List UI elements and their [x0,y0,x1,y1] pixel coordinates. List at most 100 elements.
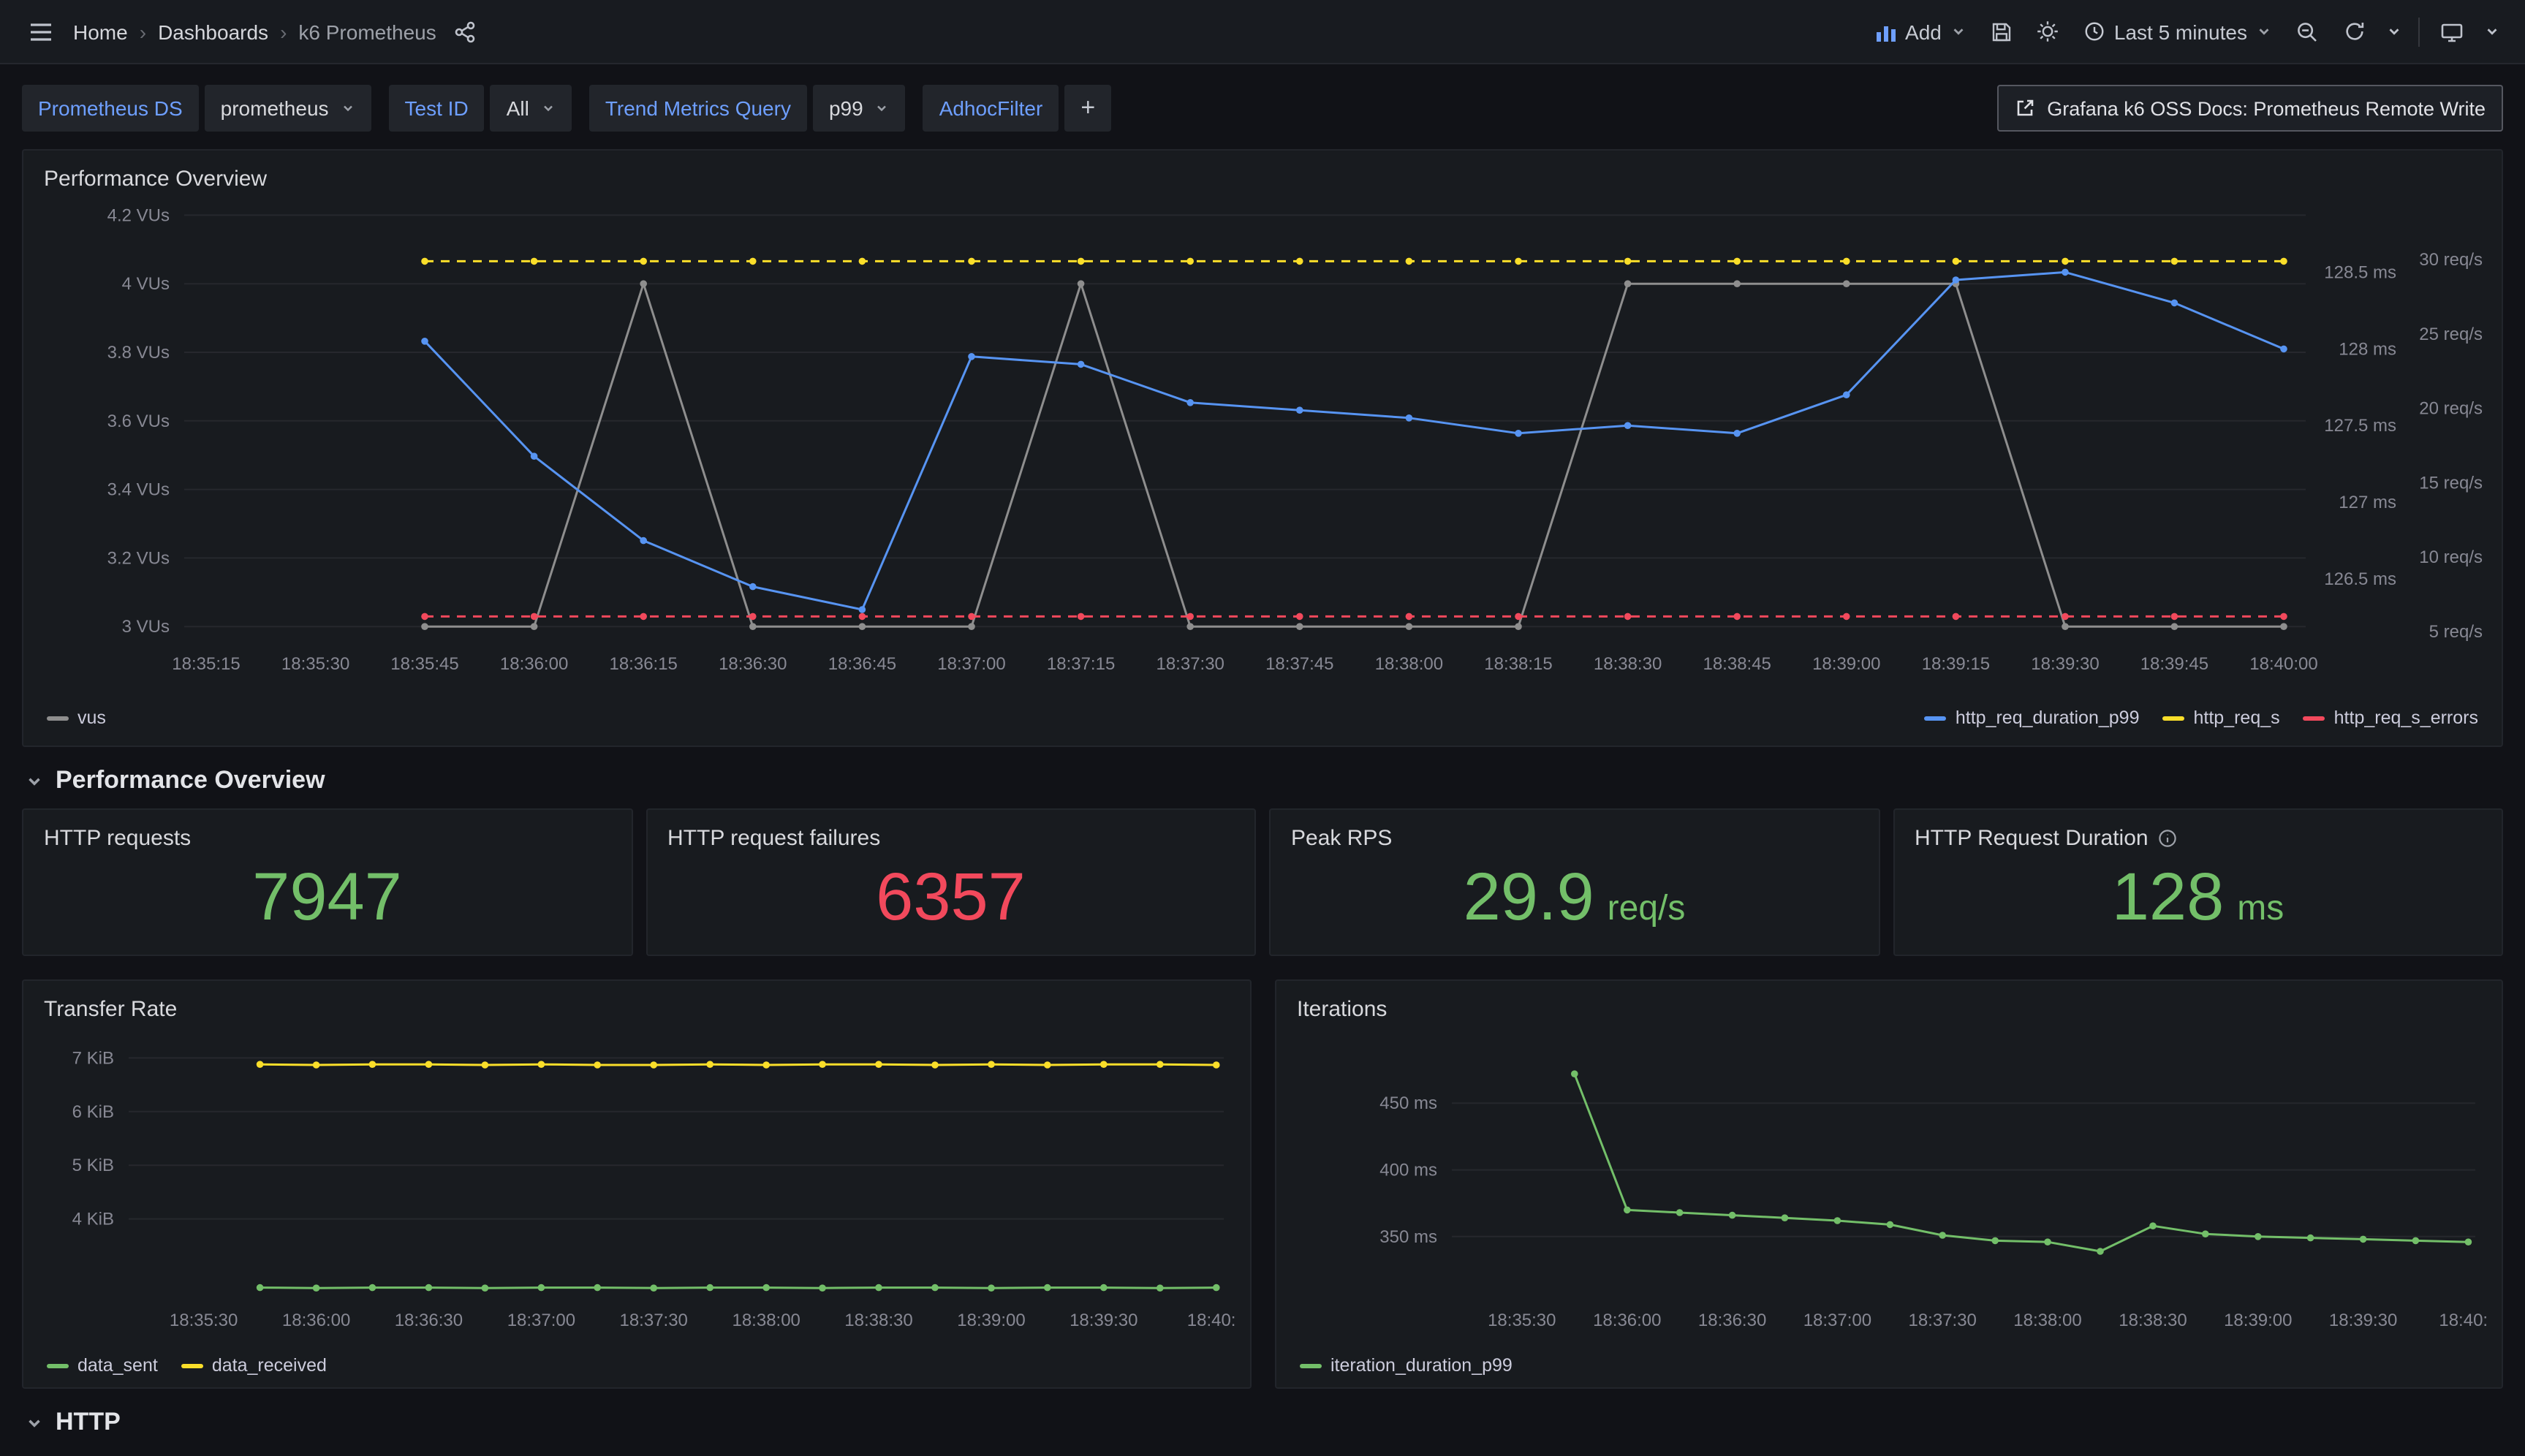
variable-value-dropdown[interactable]: prometheus [205,85,371,132]
zoom-out-time-icon[interactable] [2287,11,2328,52]
breadcrumb-dashboards[interactable]: Dashboards [158,20,268,43]
transfer-rate-legend: data_sent data_received [38,1346,1235,1384]
grafana-dashboard: Home › Dashboards › k6 Prometheus Add [0,0,2525,1456]
svg-text:18:37:00: 18:37:00 [1803,1311,1871,1330]
variable-value-dropdown[interactable]: All [491,85,572,132]
panel-peak-rps-title[interactable]: Peak RPS [1285,822,1863,854]
breadcrumb-current-dashboard: k6 Prometheus [298,20,436,43]
row-header-http[interactable]: HTTP [25,1408,2503,1437]
adhoc-filter: AdhocFilter + [923,85,1112,132]
nav-actions: Add Last 5 minutes [1867,11,2505,52]
chevron-down-icon [1950,23,1966,39]
chart-svg: 7 KiB6 KiB5 KiB4 KiB18:35:3018:36:0018:3… [38,1025,1235,1346]
chevron-down-icon [875,101,890,115]
legend-left: vus [47,708,106,728]
panel-performance-overview-title[interactable]: Performance Overview [38,162,2487,194]
chevron-down-icon [541,101,556,115]
svg-text:25 req/s: 25 req/s [2419,325,2483,344]
variable-label: Prometheus DS [22,85,199,132]
iterations-chart[interactable]: 450 ms400 ms350 ms18:35:3018:36:0018:36:… [1291,1025,2487,1346]
svg-text:126.5 ms: 126.5 ms [2324,569,2396,589]
legend-item-data_sent[interactable]: data_sent [47,1355,158,1376]
svg-text:18:35:45: 18:35:45 [390,654,458,674]
panel-http-requests-title[interactable]: HTTP requests [38,822,616,854]
breadcrumb-home[interactable]: Home [73,20,128,43]
stat-value-peak-rps: 29.9 [1464,860,1594,933]
svg-text:18:38:15: 18:38:15 [1484,654,1552,674]
panel-transfer-rate: Transfer Rate 7 KiB6 KiB5 KiB4 KiB18:35:… [22,979,1252,1389]
legend-item-data_received[interactable]: data_received [181,1355,327,1376]
svg-text:3.6 VUs: 3.6 VUs [107,412,170,431]
svg-text:18:38:30: 18:38:30 [1594,654,1662,674]
panel-transfer-rate-title[interactable]: Transfer Rate [38,993,1235,1025]
legend-item-vus[interactable]: vus [47,708,106,728]
svg-text:18:37:00: 18:37:00 [937,654,1005,674]
svg-text:18:39:00: 18:39:00 [1812,654,1880,674]
dashboard-settings-gear-icon[interactable] [2028,11,2069,52]
legend-item-http_req_s[interactable]: http_req_s [2163,708,2280,728]
stat-value-http-requests: 7947 [252,860,402,933]
svg-text:4 KiB: 4 KiB [72,1210,114,1229]
svg-text:6 KiB: 6 KiB [72,1102,114,1122]
chevron-down-icon [341,101,355,115]
menu-icon[interactable] [20,11,61,52]
variable-label: Trend Metrics Query [589,85,807,132]
add-menu-button[interactable]: Add [1867,11,1975,52]
variable-value-dropdown[interactable]: p99 [813,85,906,132]
transfer-rate-chart[interactable]: 7 KiB6 KiB5 KiB4 KiB18:35:3018:36:0018:3… [38,1025,1235,1346]
stat-unit-peak-rps: req/s [1608,889,1686,930]
svg-text:18:36:15: 18:36:15 [609,654,677,674]
svg-text:18:39:15: 18:39:15 [1922,654,1990,674]
svg-text:3 VUs: 3 VUs [122,617,170,637]
time-range-picker[interactable]: Last 5 minutes [2075,11,2281,52]
legend-item-iteration_duration_p99[interactable]: iteration_duration_p99 [1300,1355,1513,1376]
svg-text:3.4 VUs: 3.4 VUs [107,480,170,500]
refresh-icon[interactable] [2333,11,2374,52]
share-icon[interactable] [445,11,486,52]
breadcrumb-separator: › [140,20,146,43]
svg-text:18:36:30: 18:36:30 [395,1311,463,1330]
panel-iterations-title[interactable]: Iterations [1291,993,2487,1025]
svg-text:18:35:30: 18:35:30 [1488,1311,1556,1330]
panel-http-requests: HTTP requests 7947 [22,808,632,956]
svg-text:128 ms: 128 ms [2339,339,2396,359]
svg-text:3.8 VUs: 3.8 VUs [107,343,170,363]
svg-text:18:36:00: 18:36:00 [282,1311,350,1330]
save-dashboard-icon[interactable] [1981,11,2022,52]
info-icon[interactable] [2159,828,2178,847]
stat-unit-http-request-duration: ms [2237,889,2284,930]
legend-item-http_req_duration_p99[interactable]: http_req_duration_p99 [1925,708,2140,728]
k6-docs-link-button[interactable]: Grafana k6 OSS Docs: Prometheus Remote W… [1997,85,2503,132]
svg-text:18:38:30: 18:38:30 [2119,1311,2187,1330]
kiosk-chevron-icon[interactable] [2478,11,2505,52]
variable-trend-metrics-query: Trend Metrics Query p99 [589,85,906,132]
row-header-performance-overview[interactable]: Performance Overview [25,766,2503,795]
svg-text:127 ms: 127 ms [2339,493,2396,512]
svg-text:18:39:30: 18:39:30 [2031,654,2099,674]
svg-text:10 req/s: 10 req/s [2419,547,2483,567]
top-nav: Home › Dashboards › k6 Prometheus Add [0,0,2525,64]
svg-text:18:37:15: 18:37:15 [1047,654,1115,674]
legend-item-http_req_s_errors[interactable]: http_req_s_errors [2303,708,2478,728]
iterations-legend: iteration_duration_p99 [1291,1346,2487,1384]
panel-http-request-failures-title[interactable]: HTTP request failures [662,822,1240,854]
panel-http-request-duration-title[interactable]: HTTP Request Duration [1909,822,2487,854]
svg-text:18:37:45: 18:37:45 [1265,654,1333,674]
svg-text:18:38:00: 18:38:00 [1375,654,1443,674]
refresh-interval-chevron-icon[interactable] [2380,11,2407,52]
svg-text:7 KiB: 7 KiB [72,1048,114,1068]
stats-row: HTTP requests 7947 HTTP request failures… [22,808,2503,956]
svg-text:18:39:45: 18:39:45 [2140,654,2208,674]
svg-text:18:36:30: 18:36:30 [1698,1311,1766,1330]
svg-text:20 req/s: 20 req/s [2419,399,2483,419]
performance-overview-chart[interactable]: 4.2 VUs4 VUs3.8 VUs3.6 VUs3.4 VUs3.2 VUs… [38,194,2487,699]
svg-text:18:35:30: 18:35:30 [170,1311,238,1330]
svg-text:18:36:00: 18:36:00 [500,654,568,674]
svg-text:18:38:00: 18:38:00 [2013,1311,2081,1330]
stat-value-http-request-duration: 128 [2112,860,2225,933]
tv-kiosk-mode-icon[interactable] [2431,11,2472,52]
add-filter-button[interactable]: + [1064,85,1111,132]
chevron-down-icon [25,771,44,790]
svg-text:18:35:30: 18:35:30 [281,654,349,674]
legend-right: http_req_duration_p99 http_req_s http_req_… [1925,708,2478,728]
